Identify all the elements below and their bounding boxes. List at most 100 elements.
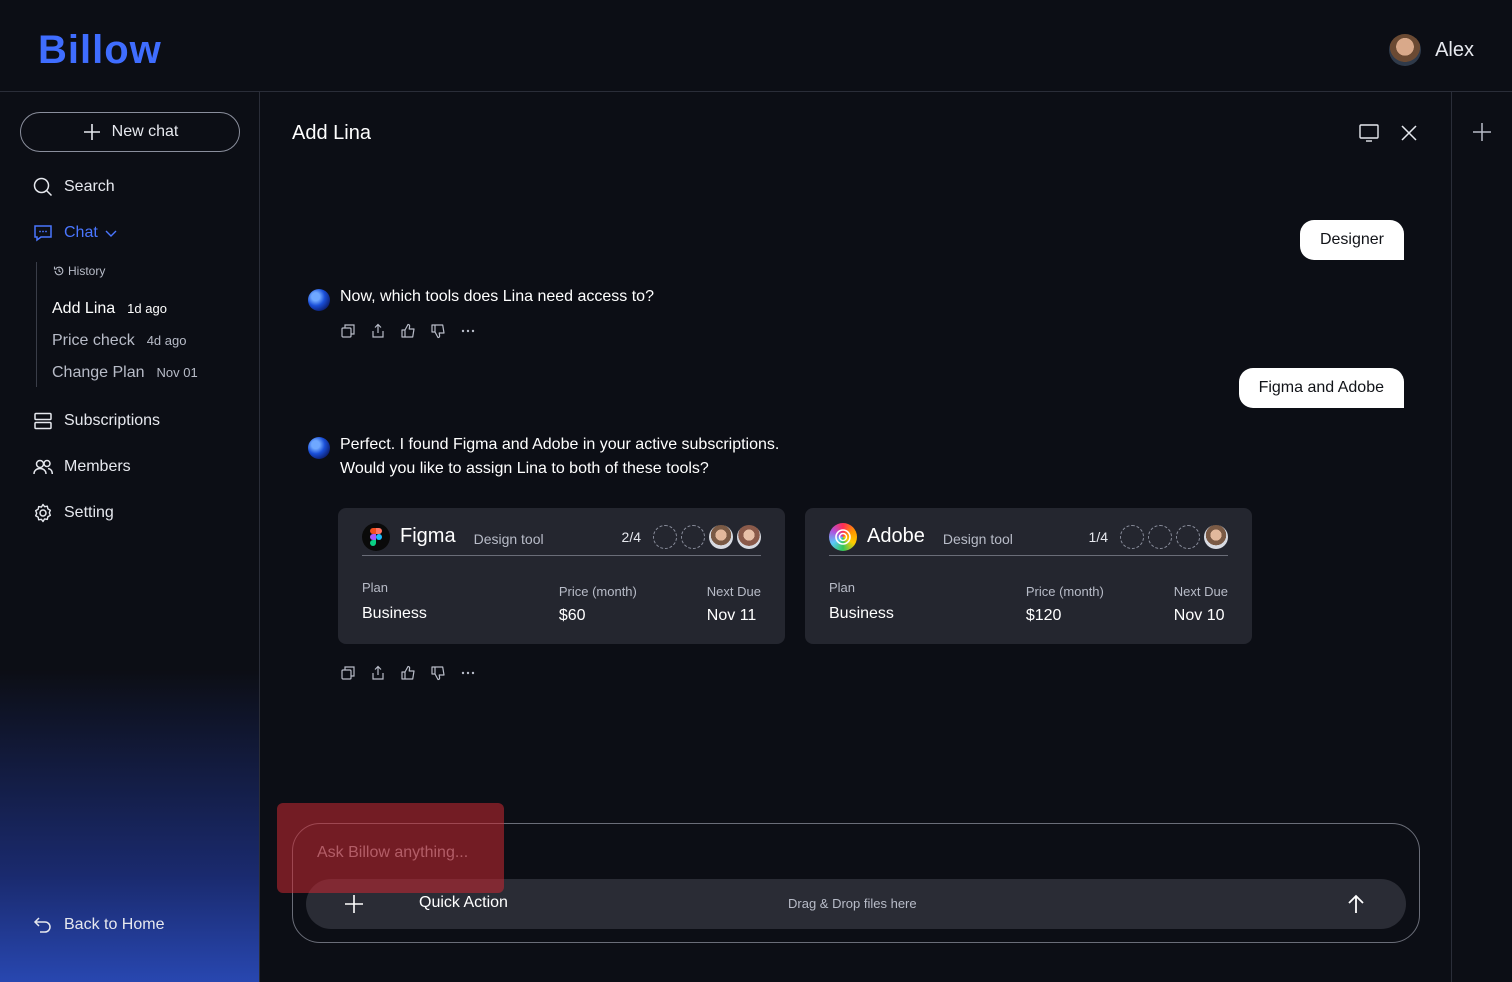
price-value: $120 bbox=[1025, 607, 1062, 624]
card-tool-type: Design tool bbox=[473, 530, 544, 547]
card-tool-name: Figma bbox=[400, 525, 456, 547]
thumbs-up-icon[interactable] bbox=[400, 665, 416, 681]
sidebar: New chat Search Chat History Add Lina 1d… bbox=[0, 92, 260, 982]
sidebar-item-label: Subscriptions bbox=[64, 412, 161, 429]
card-seat-count: 1/4 bbox=[1088, 528, 1108, 545]
back-to-home-label: Back to Home bbox=[64, 916, 165, 933]
billow-bot-avatar bbox=[308, 289, 330, 311]
billow-bot-avatar bbox=[308, 437, 330, 459]
sidebar-item-members[interactable]: Members bbox=[32, 456, 131, 478]
new-chat-label: New chat bbox=[111, 123, 179, 140]
plan-value: Business bbox=[362, 605, 427, 622]
drop-zone-hint[interactable]: Drag & Drop files here bbox=[788, 896, 917, 911]
adobe-logo-icon bbox=[829, 522, 857, 551]
history-item-title: Price check bbox=[52, 332, 135, 349]
due-column: Next Due Nov 10 bbox=[1174, 584, 1228, 625]
copy-icon[interactable] bbox=[340, 323, 356, 339]
billow-logo[interactable]: Billow bbox=[38, 28, 162, 73]
search-icon bbox=[33, 177, 53, 197]
history-item-time: 1d ago bbox=[127, 301, 167, 316]
plan-column: Plan Business bbox=[829, 580, 894, 625]
sidebar-item-chat[interactable]: Chat bbox=[32, 222, 118, 244]
gear-icon bbox=[35, 503, 51, 523]
price-column: Price (month) $60 bbox=[559, 584, 637, 625]
share-icon[interactable] bbox=[370, 665, 386, 681]
history-item-time: 4d ago bbox=[146, 333, 187, 348]
card-tool-type: Design tool bbox=[942, 530, 1013, 547]
new-chat-button[interactable]: New chat bbox=[20, 112, 240, 152]
attach-plus-icon[interactable] bbox=[342, 892, 366, 916]
close-icon[interactable] bbox=[1398, 122, 1420, 144]
chevron-down-icon bbox=[105, 230, 117, 237]
bot-message: Now, which tools does Lina need access t… bbox=[308, 288, 654, 311]
top-bar: Billow Alex bbox=[0, 0, 1512, 92]
price-column: Price (month) $120 bbox=[1026, 584, 1104, 625]
back-to-home-link[interactable]: Back to Home bbox=[32, 914, 164, 936]
copy-icon[interactable] bbox=[340, 665, 356, 681]
prompt-input[interactable] bbox=[317, 842, 717, 864]
share-icon[interactable] bbox=[370, 323, 386, 339]
subscription-card-figma[interactable]: Figma Design tool 2/4 Plan Business Pric… bbox=[338, 508, 785, 644]
plan-value: Business bbox=[829, 605, 894, 622]
sidebar-item-label: Members bbox=[64, 458, 131, 475]
bot-message-text: Perfect. I found Figma and Adobe in your… bbox=[340, 433, 779, 481]
due-label: Next Due bbox=[706, 584, 761, 599]
bot-message: Perfect. I found Figma and Adobe in your… bbox=[308, 436, 779, 481]
sidebar-item-label: Setting bbox=[64, 504, 114, 521]
user-message-bubble: Designer bbox=[1299, 220, 1404, 260]
sidebar-item-subscriptions[interactable]: Subscriptions bbox=[32, 410, 160, 432]
plus-icon bbox=[83, 124, 100, 140]
empty-seat bbox=[1176, 524, 1200, 549]
plan-label: Plan bbox=[829, 580, 856, 595]
history-item-add-lina[interactable]: Add Lina 1d ago bbox=[52, 300, 167, 318]
chat-history: History Add Lina 1d ago Price check 4d a… bbox=[36, 262, 236, 387]
seat-avatars bbox=[653, 524, 761, 549]
bot-message-line: Would you like to assign Lina to both of… bbox=[340, 460, 709, 477]
subscription-card-adobe[interactable]: Adobe Design tool 1/4 Plan Business Pric… bbox=[805, 508, 1252, 644]
empty-seat bbox=[1120, 524, 1144, 549]
card-seat-count: 2/4 bbox=[621, 528, 641, 545]
history-item-title: Add Lina bbox=[52, 300, 116, 317]
add-panel-plus-icon[interactable] bbox=[1472, 122, 1492, 142]
history-label-text: History bbox=[68, 264, 106, 278]
more-icon[interactable] bbox=[460, 665, 476, 681]
chat-panel: Add Lina Designer Now, which tools does … bbox=[260, 92, 1452, 982]
monitor-icon[interactable] bbox=[1358, 122, 1380, 144]
bot-message-line: Perfect. I found Figma and Adobe in your… bbox=[340, 436, 780, 453]
card-header: Adobe Design tool 1/4 bbox=[829, 522, 1228, 556]
send-arrow-icon[interactable] bbox=[1344, 892, 1368, 916]
user-message-bubble: Figma and Adobe bbox=[1238, 368, 1404, 408]
thumbs-up-icon[interactable] bbox=[400, 323, 416, 339]
empty-seat bbox=[653, 524, 677, 549]
user-name: Alex bbox=[1435, 38, 1474, 61]
due-value: Nov 11 bbox=[706, 607, 757, 624]
more-icon[interactable] bbox=[460, 323, 476, 339]
avatar[interactable] bbox=[1389, 34, 1422, 66]
return-arrow-icon bbox=[33, 917, 51, 933]
avatar bbox=[709, 524, 733, 549]
history-item-price-check[interactable]: Price check 4d ago bbox=[52, 332, 186, 350]
thumbs-down-icon[interactable] bbox=[430, 323, 446, 339]
plan-column: Plan Business bbox=[362, 580, 427, 625]
user-menu[interactable]: Alex bbox=[1389, 34, 1474, 66]
sidebar-item-search[interactable]: Search bbox=[32, 176, 115, 198]
due-value: Nov 10 bbox=[1173, 607, 1225, 624]
avatar bbox=[737, 524, 761, 549]
message-actions bbox=[340, 665, 476, 681]
right-rail bbox=[1451, 92, 1512, 982]
app-root: Billow Alex New chat Search Chat History bbox=[0, 0, 1512, 982]
thumbs-down-icon[interactable] bbox=[430, 665, 446, 681]
history-item-time: Nov 01 bbox=[156, 365, 198, 380]
subscriptions-icon bbox=[34, 412, 52, 430]
history-item-title: Change Plan bbox=[52, 364, 145, 381]
card-details: Plan Business Price (month) $60 Next Due… bbox=[362, 580, 761, 625]
page-title: Add Lina bbox=[292, 122, 371, 144]
empty-seat bbox=[681, 524, 705, 549]
empty-seat bbox=[1148, 524, 1172, 549]
plan-label: Plan bbox=[362, 580, 389, 595]
quick-action-button[interactable]: Quick Action bbox=[419, 894, 508, 912]
history-item-change-plan[interactable]: Change Plan Nov 01 bbox=[52, 364, 198, 382]
avatar bbox=[1204, 524, 1228, 549]
sidebar-item-setting[interactable]: Setting bbox=[32, 502, 114, 524]
history-label: History bbox=[53, 264, 105, 278]
